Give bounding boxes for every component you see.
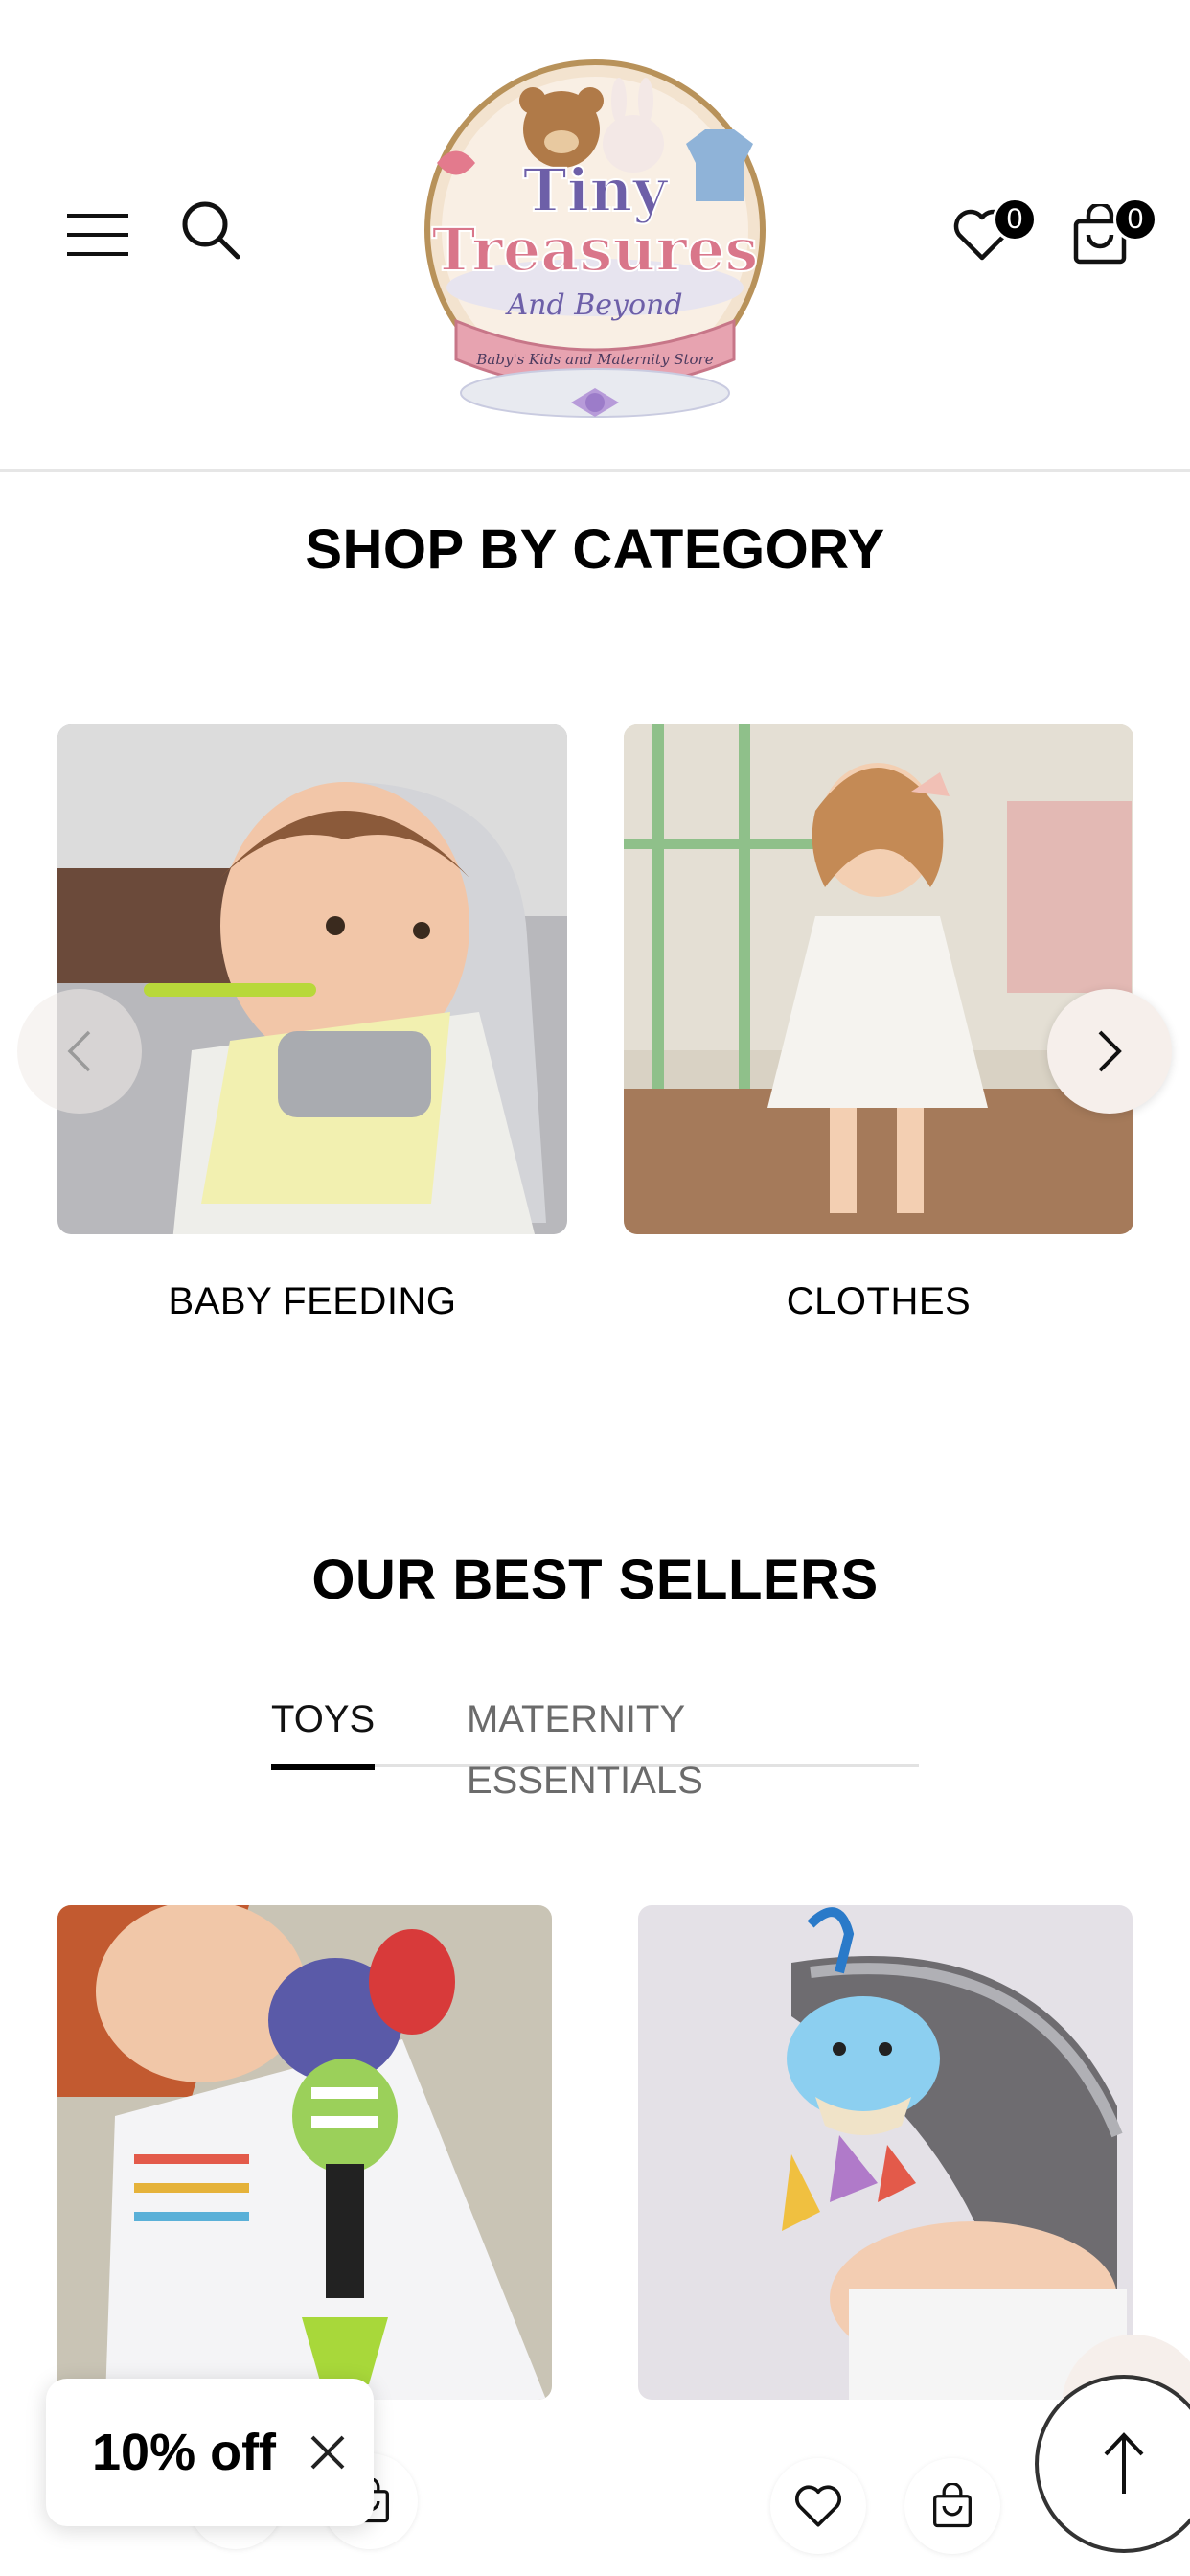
product-card-whale-toy[interactable] (638, 1905, 1133, 2400)
elephant-toy-image (57, 1905, 552, 2400)
category-label-clothes[interactable]: CLOTHES (624, 1280, 1133, 1323)
heart-icon (794, 2485, 842, 2527)
cart-count-badge: 0 (1113, 197, 1157, 242)
search-button[interactable] (172, 192, 249, 268)
product-2-add-to-cart-button[interactable] (904, 2458, 1000, 2554)
category-section-title: SHOP BY CATEGORY (305, 518, 885, 581)
tab-toys[interactable]: TOYS (271, 1689, 376, 1770)
close-icon (310, 2435, 345, 2470)
category-next-button[interactable] (1047, 989, 1172, 1114)
logo-line-2: Treasures (432, 215, 759, 285)
tab-maternity-essentials[interactable]: MATERNITY ESSENTIALS (467, 1689, 919, 1802)
discount-popup[interactable]: 10% off (46, 2379, 374, 2526)
category-card-baby-feeding[interactable] (57, 724, 567, 1234)
menu-button[interactable] (59, 201, 136, 268)
product-2-wishlist-button[interactable] (770, 2458, 866, 2554)
discount-text[interactable]: 10% off (92, 2423, 276, 2482)
shopping-bag-icon (933, 2483, 972, 2528)
best-sellers-title: OUR BEST SELLERS (311, 1549, 879, 1611)
category-prev-button[interactable] (17, 989, 142, 1114)
product-card-elephant-toy[interactable] (57, 1905, 552, 2400)
logo-line-3: And Beyond (504, 288, 682, 322)
hamburger-menu-icon (67, 214, 128, 256)
scroll-to-top-button[interactable] (1035, 2375, 1190, 2553)
clothes-image (624, 724, 1133, 1234)
best-sellers-tabs: TOYS MATERNITY ESSENTIALS (271, 1689, 919, 1802)
chevron-right-icon (1098, 1030, 1122, 1072)
baby-feeding-image (57, 724, 567, 1234)
discount-close-button[interactable] (299, 2424, 356, 2481)
category-card-clothes[interactable] (624, 724, 1133, 1234)
search-icon (182, 201, 240, 260)
logo-tagline: Baby's Kids and Maternity Store (475, 351, 713, 368)
store-logo[interactable]: Baby's Kids and Maternity Store Tiny Tre… (418, 48, 772, 431)
chevron-left-icon (67, 1030, 91, 1072)
wishlist-count-badge: 0 (993, 197, 1037, 242)
arrow-up-icon (1104, 2432, 1144, 2494)
whale-toy-image (638, 1905, 1133, 2400)
category-label-baby-feeding[interactable]: BABY FEEDING (57, 1280, 567, 1323)
site-header: Baby's Kids and Maternity Store Tiny Tre… (0, 0, 1190, 472)
